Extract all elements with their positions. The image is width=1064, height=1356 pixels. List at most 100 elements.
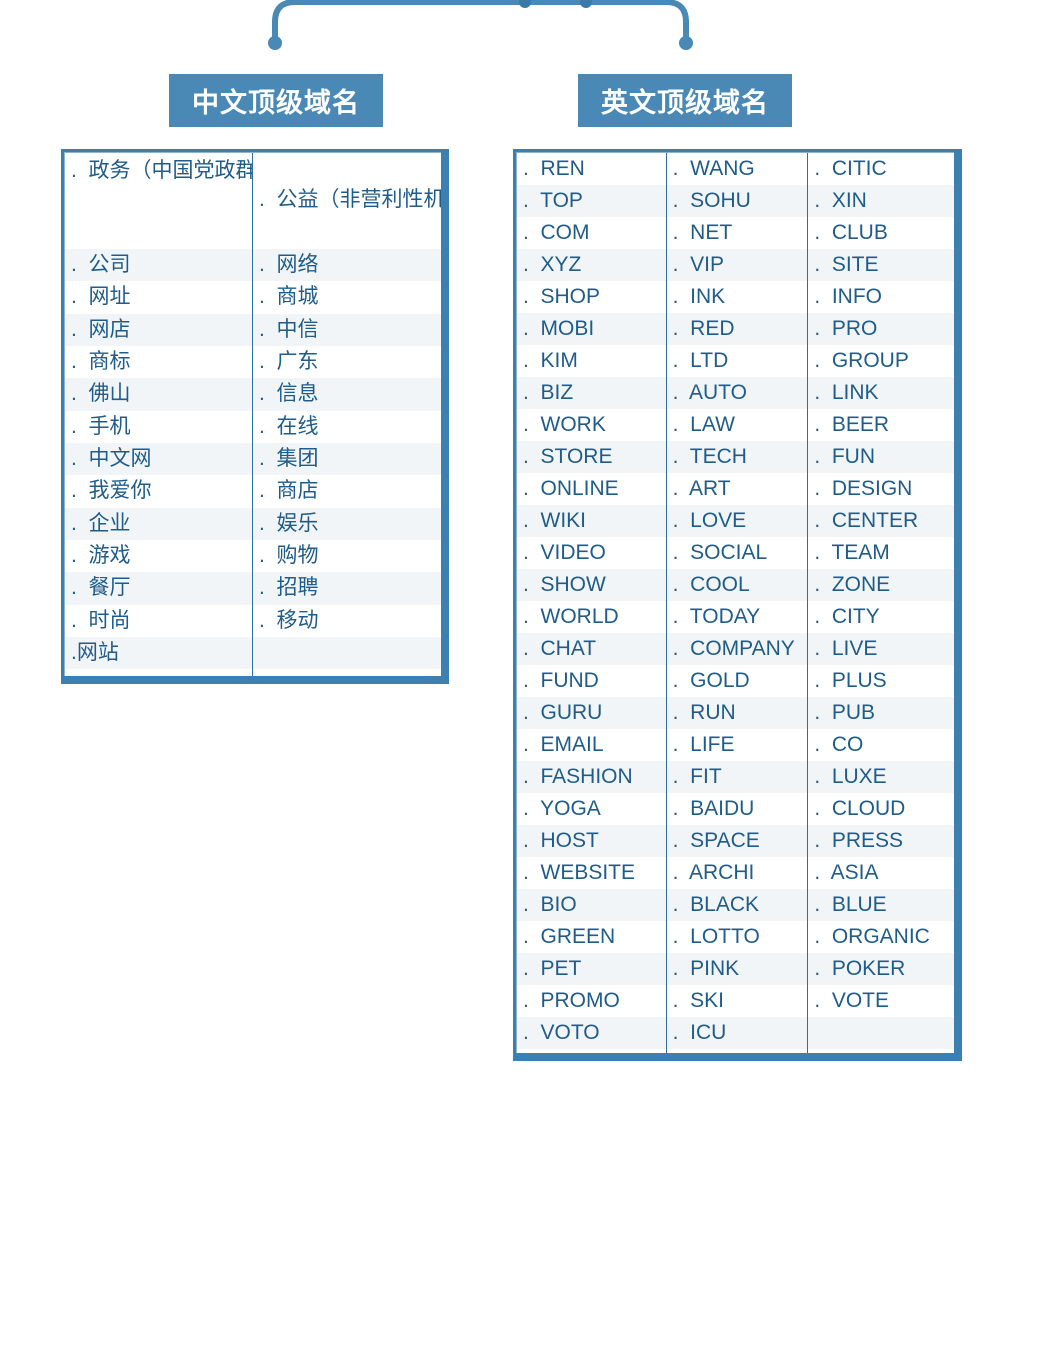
chinese-tld-cell: . 我爱你 — [65, 475, 252, 508]
chinese-tld-cell: . 网址 — [65, 281, 252, 314]
english-tld-cell: . REN — [517, 153, 666, 185]
english-tld-cell: . COMPANY — [666, 633, 808, 665]
english-tld-cell: . WEBSITE — [517, 857, 666, 889]
english-tld-cell: . PRESS — [808, 825, 954, 857]
english-tld-cell: . VOTO — [517, 1017, 666, 1049]
english-tld-cell: . STORE — [517, 441, 666, 473]
english-tld-cell: . CLUB — [808, 217, 954, 249]
english-tld-cell: . CITY — [808, 601, 954, 633]
chinese-tld-cell: . 网络 — [253, 249, 441, 282]
english-tld-cell: . LIFE — [666, 729, 808, 761]
chinese-tld-cell: . 信息 — [253, 378, 441, 411]
english-tld-cell: . COOL — [666, 569, 808, 601]
english-tld-cell: . PET — [517, 953, 666, 985]
chinese-tld-cell: . 娱乐 — [253, 507, 441, 541]
chinese-tld-cell: . 商店 — [253, 475, 441, 508]
chinese-tld-cell: . 网店 — [65, 313, 252, 347]
english-tld-cell: . CITIC — [808, 153, 954, 185]
bracket-connector — [268, 0, 693, 50]
chinese-tld-cell: . 手机 — [65, 410, 252, 444]
english-tld-table-inner: . REN. TOP. COM. XYZ. SHOP. MOBI. KIM. B… — [516, 152, 954, 1053]
chinese-tld-column-2: . 公益（非营利性机构）. 网络. 商城. 中信. 广东. 信息. 在线. 集团… — [253, 153, 441, 676]
english-tld-cell: . COM — [517, 217, 666, 249]
english-tld-cell: . RED — [666, 313, 808, 345]
english-tld-cell: . PRO — [808, 313, 954, 345]
chinese-tld-cell: . 佛山 — [65, 378, 252, 411]
english-tld-cell: . VOTE — [808, 985, 954, 1017]
english-tld-cell: . VIDEO — [517, 537, 666, 569]
english-tld-cell: . WORLD — [517, 601, 666, 633]
english-tld-cell: . FASHION — [517, 761, 666, 793]
english-tld-cell: . LTD — [666, 345, 808, 377]
english-tld-cell: . ASIA — [808, 857, 954, 889]
chinese-tld-cell: . 招聘 — [253, 572, 441, 605]
chinese-tld-cell: . 购物 — [253, 540, 441, 573]
english-tld-cell: . EMAIL — [517, 729, 666, 761]
english-tld-cell: . XIN — [808, 185, 954, 217]
english-tld-cell: . ART — [666, 473, 808, 505]
chinese-tld-cell: . 企业 — [65, 507, 252, 541]
english-tld-table: . REN. TOP. COM. XYZ. SHOP. MOBI. KIM. B… — [513, 149, 962, 1061]
english-tld-cell: . WORK — [517, 409, 666, 441]
english-tld-cell: . SHOW — [517, 569, 666, 601]
bracket-left-endpoint-dot — [268, 36, 282, 50]
english-tld-cell: . PINK — [666, 953, 808, 985]
english-tld-cell: . WIKI — [517, 505, 666, 537]
english-tld-cell: . SOHU — [666, 185, 808, 217]
chinese-tld-cell: . 游戏 — [65, 540, 252, 573]
english-tld-cell: . TEAM — [808, 537, 954, 569]
english-tld-cell: . TODAY — [666, 601, 808, 633]
english-tld-cell: . CO — [808, 729, 954, 761]
bracket-right-endpoint-dot — [679, 36, 693, 50]
english-tld-cell: . PLUS — [808, 665, 954, 697]
english-tld-cell: . DESIGN — [808, 473, 954, 505]
english-tld-cell: . XYZ — [517, 249, 666, 281]
english-tld-cell: . CLOUD — [808, 793, 954, 825]
chinese-tld-cell: .网站 — [65, 637, 252, 670]
chinese-tld-table-inner: . 政务（中国党政群机关等各级政务部门）. 公司. 网址. 网店. 商标. 佛山… — [64, 152, 441, 676]
chinese-tld-cell: . 中信 — [253, 313, 441, 347]
chinese-tld-cell — [253, 637, 441, 670]
english-tld-cell: . LAW — [666, 409, 808, 441]
chinese-tld-cell: . 公司 — [65, 249, 252, 282]
english-tld-cell: . ORGANIC — [808, 921, 954, 953]
chinese-tld-cell: . 餐厅 — [65, 572, 252, 605]
chinese-tld-column-1: . 政务（中国党政群机关等各级政务部门）. 公司. 网址. 网店. 商标. 佛山… — [65, 153, 253, 676]
english-tld-cell: . HOST — [517, 825, 666, 857]
english-tld-cell: . AUTO — [666, 377, 808, 409]
bracket-midpoint-dot-1 — [519, 0, 531, 8]
english-tld-column-3: . CITIC. XIN. CLUB. SITE. INFO. PRO. GRO… — [808, 153, 954, 1053]
chinese-tld-cell: . 广东 — [253, 346, 441, 379]
english-tld-cell: . YOGA — [517, 793, 666, 825]
english-tld-cell: . LIVE — [808, 633, 954, 665]
english-tld-cell: . SOCIAL — [666, 537, 808, 569]
english-tld-cell: . POKER — [808, 953, 954, 985]
english-tld-cell: . SKI — [666, 985, 808, 1017]
english-tld-cell: . GROUP — [808, 345, 954, 377]
english-tld-cell: . ARCHI — [666, 857, 808, 889]
english-tld-cell: . VIP — [666, 249, 808, 281]
chinese-tld-cell: . 中文网 — [65, 443, 252, 476]
chinese-tld-cell: . 公益（非营利性机构） — [253, 153, 441, 249]
english-tld-column-2: . WANG. SOHU. NET. VIP. INK. RED. LTD. A… — [666, 153, 809, 1053]
english-tld-cell: . LOTTO — [666, 921, 808, 953]
chinese-tld-cell: . 移动 — [253, 604, 441, 638]
english-tld-cell: . INFO — [808, 281, 954, 313]
english-tld-cell: . BLACK — [666, 889, 808, 921]
bracket-path — [272, 0, 689, 46]
chinese-tld-cell: . 政务（中国党政群机关等各级政务部门） — [65, 153, 252, 249]
english-tld-cell: . WANG — [666, 153, 808, 185]
english-tld-cell: . BLUE — [808, 889, 954, 921]
english-tld-cell: . INK — [666, 281, 808, 313]
english-tld-cell: . SITE — [808, 249, 954, 281]
english-tld-cell: . BAIDU — [666, 793, 808, 825]
english-tld-cell: . ZONE — [808, 569, 954, 601]
english-tld-cell: . ONLINE — [517, 473, 666, 505]
english-tld-cell: . GOLD — [666, 665, 808, 697]
english-tld-cell: . BIO — [517, 889, 666, 921]
chinese-tld-header: 中文顶级域名 — [169, 74, 383, 127]
english-tld-cell: . FUN — [808, 441, 954, 473]
english-tld-cell: . GURU — [517, 697, 666, 729]
english-tld-cell: . BEER — [808, 409, 954, 441]
english-tld-cell: . LOVE — [666, 505, 808, 537]
